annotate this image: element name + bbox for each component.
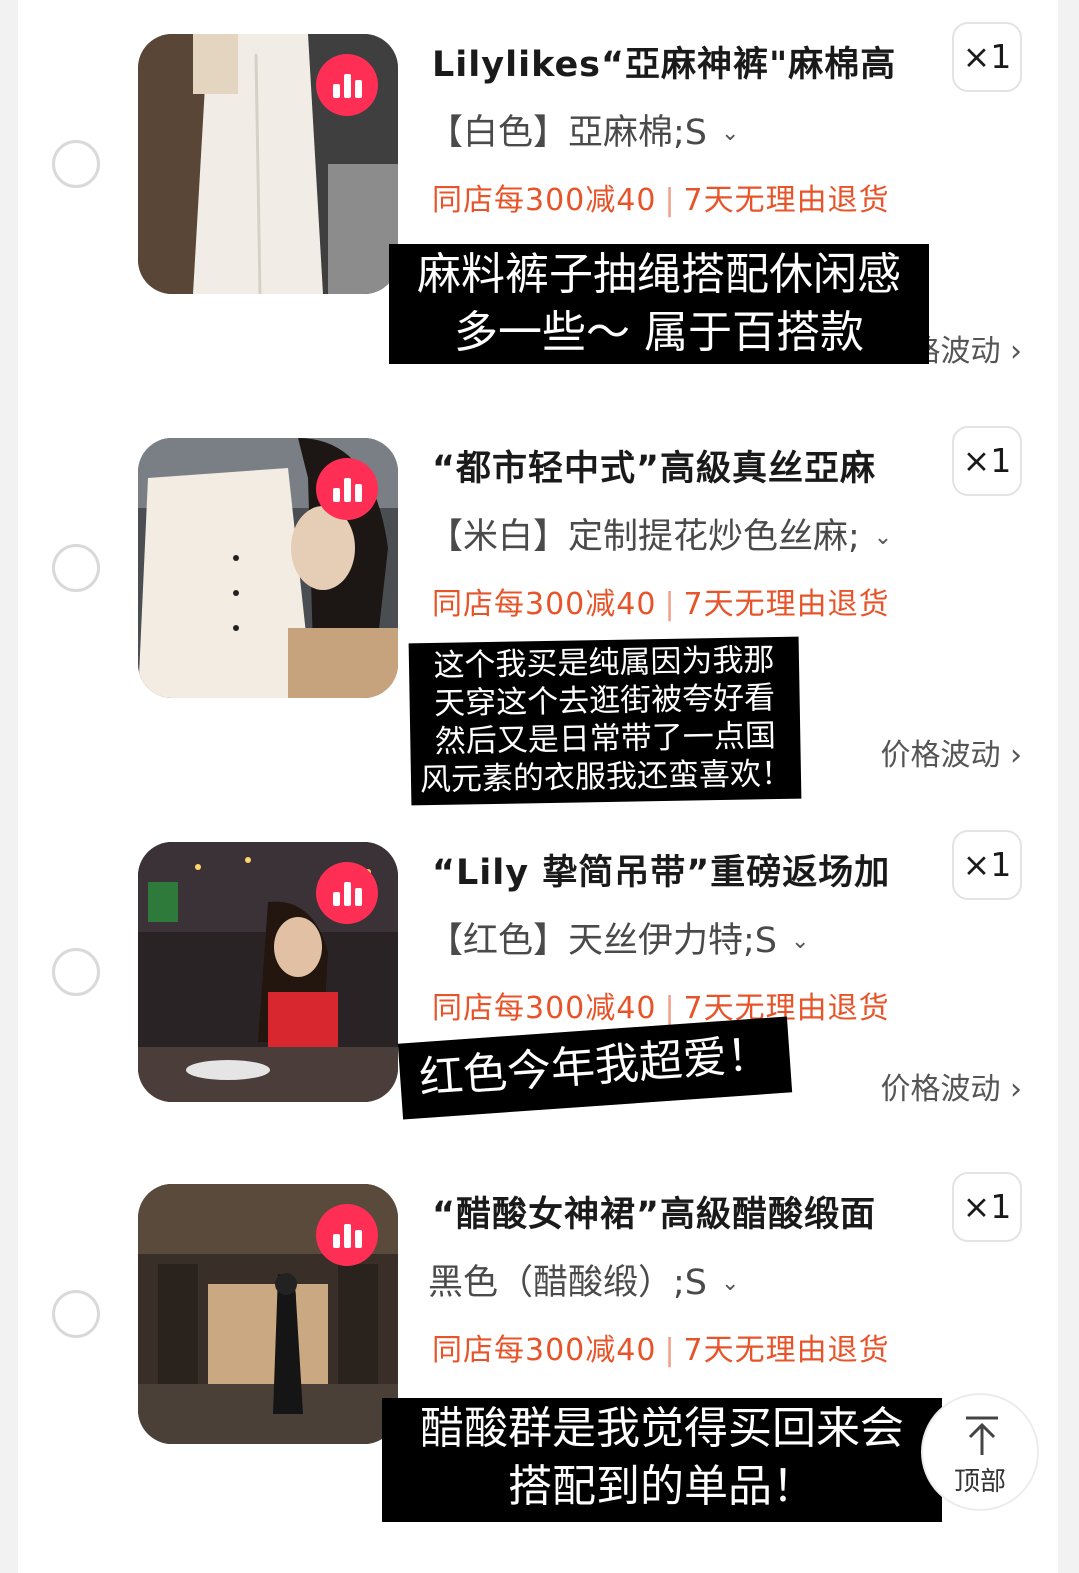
select-radio[interactable] <box>52 948 100 996</box>
stats-badge-icon <box>316 54 378 116</box>
chevron-down-icon: ⌄ <box>873 525 893 550</box>
promo-line: 同店每300减40 | 7天无理由退货 <box>432 579 890 623</box>
product-title[interactable]: “都市轻中式”高級真丝亞麻 <box>432 440 912 491</box>
variant-selector[interactable]: 黑色（醋酸缎）;S ⌄ <box>428 1254 739 1305</box>
price-trend-link[interactable]: 价格波动 › <box>880 1064 1022 1108</box>
select-radio[interactable] <box>52 544 100 592</box>
chevron-down-icon: ⌄ <box>721 121 740 146</box>
back-to-top-label: 顶部 <box>953 1467 1006 1497</box>
promo-divider: | <box>664 1333 676 1368</box>
caption-line: 麻料裤子抽绳搭配休闲感 <box>417 249 901 300</box>
product-image[interactable] <box>138 842 398 1102</box>
stats-badge-icon <box>316 458 378 520</box>
promo-divider: | <box>664 991 676 1026</box>
stats-badge-icon <box>316 1204 378 1266</box>
variant-label: 黑色（醋酸缎）;S <box>428 1263 708 1303</box>
caption-line: 多一些～ 属于百搭款 <box>454 307 864 358</box>
promo-discount: 同店每300减40 <box>432 991 657 1026</box>
chevron-right-icon: › <box>1010 738 1022 773</box>
caption-line: 醋酸群是我觉得买回来会 <box>420 1403 904 1454</box>
caption-overlay: 麻料裤子抽绳搭配休闲感 多一些～ 属于百搭款 <box>389 244 929 364</box>
product-image[interactable] <box>138 34 398 294</box>
arrow-up-icon <box>966 1416 998 1455</box>
quantity-button[interactable]: ×1 <box>952 426 1022 496</box>
select-radio[interactable] <box>52 1290 100 1338</box>
cart-list: Lilylikes“亞麻神裤"麻棉高 【白色】亞麻棉;S ⌄ 同店每300减40 |… <box>18 0 1058 1573</box>
product-title[interactable]: “Lily 挚简吊带”重磅返场加 <box>432 844 912 895</box>
promo-divider: | <box>664 587 676 622</box>
variant-label: 【米白】定制提花炒色丝麻; <box>428 517 860 557</box>
variant-selector[interactable]: 【红色】天丝伊力特;S ⌄ <box>428 912 809 963</box>
chevron-down-icon: ⌄ <box>791 929 810 954</box>
variant-label: 【白色】亞麻棉;S <box>428 113 708 153</box>
caption-line: 搭配到的单品！ <box>508 1461 816 1512</box>
caption-overlay: 这个我买是纯属因为我那 天穿这个去逛街被夸好看 然后又是日常带了一点国 风元素的… <box>408 636 802 806</box>
quantity-button[interactable]: ×1 <box>952 1172 1022 1242</box>
caption-line: 这个我买是纯属因为我那 <box>433 642 775 684</box>
promo-discount: 同店每300减40 <box>432 587 657 622</box>
quantity-button[interactable]: ×1 <box>952 22 1022 92</box>
chevron-right-icon: › <box>1010 334 1022 369</box>
product-image[interactable] <box>138 438 398 698</box>
promo-discount: 同店每300减40 <box>432 1333 657 1368</box>
variant-selector[interactable]: 【米白】定制提花炒色丝麻; ⌄ <box>428 508 892 559</box>
chevron-right-icon: › <box>1010 1072 1022 1107</box>
promo-return: 7天无理由退货 <box>683 587 890 622</box>
promo-discount: 同店每300减40 <box>432 183 657 218</box>
variant-selector[interactable]: 【白色】亞麻棉;S ⌄ <box>428 104 739 155</box>
caption-line: 风元素的衣服我还蛮喜欢！ <box>419 755 793 799</box>
back-to-top-button[interactable]: 顶部 <box>921 1393 1039 1511</box>
select-radio[interactable] <box>52 140 100 188</box>
promo-line: 同店每300减40 | 7天无理由退货 <box>432 983 890 1027</box>
price-trend-link[interactable]: 价格波动 › <box>880 730 1022 774</box>
product-image[interactable] <box>138 1184 398 1444</box>
caption-line: 天穿这个去逛街被夸好看 <box>433 680 776 722</box>
product-title[interactable]: Lilylikes“亞麻神裤"麻棉高 <box>432 36 912 87</box>
price-trend-label: 价格波动 <box>880 1072 1001 1107</box>
promo-line: 同店每300减40 | 7天无理由退货 <box>432 175 890 219</box>
variant-label: 【红色】天丝伊力特;S <box>428 921 778 961</box>
promo-return: 7天无理由退货 <box>683 183 890 218</box>
price-trend-label: 价格波动 <box>880 738 1001 773</box>
promo-divider: | <box>664 183 676 218</box>
product-title[interactable]: “醋酸女神裙”高級醋酸缎面 <box>432 1186 912 1237</box>
stats-badge-icon <box>316 862 378 924</box>
caption-overlay: 醋酸群是我觉得买回来会 搭配到的单品！ <box>382 1398 942 1522</box>
promo-line: 同店每300减40 | 7天无理由退货 <box>432 1325 890 1369</box>
caption-line: 然后又是日常带了一点国 <box>434 718 777 760</box>
quantity-button[interactable]: ×1 <box>952 830 1022 900</box>
chevron-down-icon: ⌄ <box>721 1271 740 1296</box>
promo-return: 7天无理由退货 <box>683 1333 890 1368</box>
